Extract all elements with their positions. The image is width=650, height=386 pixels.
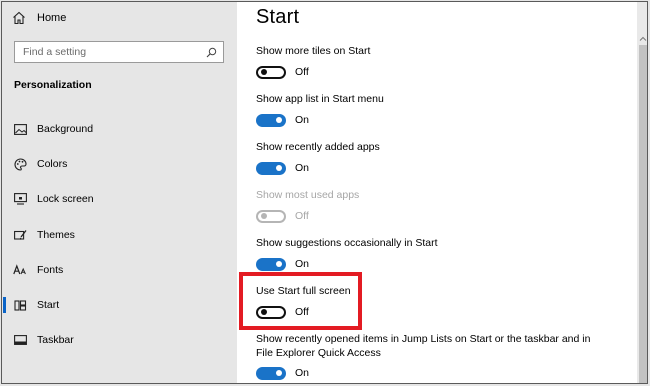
toggle-show-most-used: Off <box>256 208 309 224</box>
font-icon <box>13 263 27 277</box>
home-link[interactable]: Home <box>12 10 66 26</box>
home-label: Home <box>37 12 67 24</box>
toggle-show-app-list[interactable]: On <box>256 112 309 128</box>
image-icon <box>13 122 27 136</box>
sidebar-item-label: Fonts <box>37 264 64 276</box>
toggle-state-text: On <box>295 367 310 379</box>
highlight-box <box>239 272 362 330</box>
toggle-switch[interactable] <box>256 161 286 175</box>
toggle-knob <box>260 69 267 75</box>
toggle-switch[interactable] <box>256 65 286 79</box>
sidebar-item-label: Taskbar <box>37 334 74 346</box>
setting-label: Show recently opened items in Jump Lists… <box>256 333 591 359</box>
search-input[interactable]: Find a setting <box>14 41 224 63</box>
search-placeholder: Find a setting <box>23 46 87 58</box>
lock-screen-icon <box>13 192 27 206</box>
setting-label: Show more tiles on Start <box>256 45 371 57</box>
home-icon <box>13 11 25 25</box>
page-title: Start <box>256 6 300 28</box>
toggle-knob <box>275 261 282 267</box>
start-icon <box>13 298 27 312</box>
palette-icon <box>13 157 27 171</box>
toggle-knob <box>260 213 267 219</box>
sidebar-item-label: Start <box>37 299 60 311</box>
setting-label: Show recently added apps <box>256 141 380 153</box>
toggle-knob <box>275 370 282 376</box>
toggle-knob <box>275 117 282 123</box>
brush-icon <box>13 228 27 242</box>
sidebar: Home Find a setting Personalization Back… <box>2 2 237 383</box>
toggle-show-suggestions[interactable]: On <box>256 256 309 272</box>
toggle-state-text: Off <box>295 66 309 78</box>
toggle-switch[interactable] <box>256 113 286 127</box>
sidebar-item-background[interactable]: Background <box>2 119 237 139</box>
toggle-knob <box>275 165 282 171</box>
sidebar-item-label: Background <box>37 123 94 135</box>
sidebar-item-label: Lock screen <box>37 193 94 205</box>
scroll-up-icon[interactable] <box>637 33 647 43</box>
setting-label: Show app list in Start menu <box>256 93 384 105</box>
scrollbar[interactable] <box>637 2 647 383</box>
search-icon[interactable] <box>206 47 217 58</box>
sidebar-item-themes[interactable]: Themes <box>2 225 237 245</box>
toggle-state-text: Off <box>295 210 309 222</box>
taskbar-icon <box>13 333 27 347</box>
sidebar-item-start[interactable]: Start <box>2 295 237 315</box>
setting-label: Show suggestions occasionally in Start <box>256 237 438 249</box>
toggle-show-jump-lists[interactable]: On <box>256 365 309 381</box>
settings-window: Home Find a setting Personalization Back… <box>1 1 648 384</box>
toggle-switch[interactable] <box>256 257 286 271</box>
sidebar-item-taskbar[interactable]: Taskbar <box>2 330 237 350</box>
sidebar-item-colors[interactable]: Colors <box>2 154 237 174</box>
sidebar-item-label: Themes <box>37 229 75 241</box>
toggle-switch[interactable] <box>256 366 286 380</box>
sidebar-item-lock-screen[interactable]: Lock screen <box>2 189 237 209</box>
toggle-show-more-tiles[interactable]: Off <box>256 64 309 80</box>
toggle-state-text: On <box>295 162 310 174</box>
setting-label: Show most used apps <box>256 189 360 201</box>
scroll-thumb[interactable] <box>639 45 647 383</box>
toggle-switch <box>256 209 286 223</box>
sidebar-item-fonts[interactable]: Fonts <box>2 260 237 280</box>
toggle-state-text: On <box>295 114 310 126</box>
toggle-show-recently-added[interactable]: On <box>256 160 309 176</box>
toggle-state-text: On <box>295 258 310 270</box>
sidebar-item-label: Colors <box>37 158 68 170</box>
section-title: Personalization <box>14 79 92 91</box>
